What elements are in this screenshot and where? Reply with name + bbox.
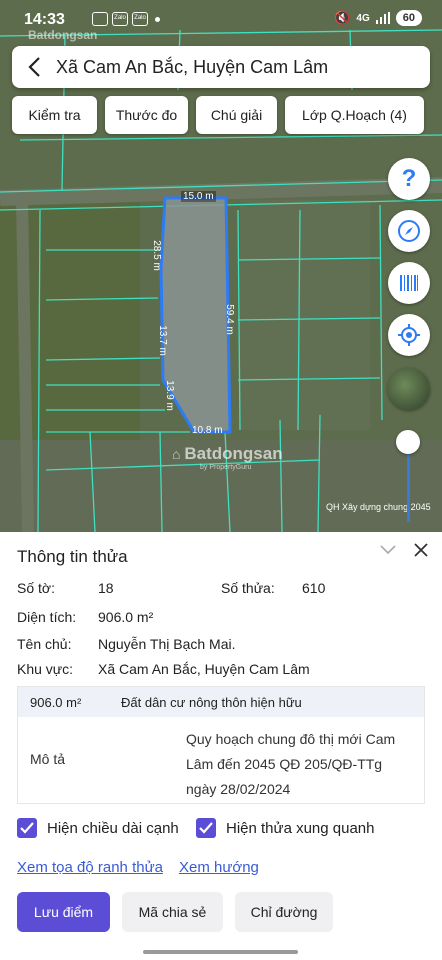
status-right: 🔇 4G 60 (334, 10, 422, 26)
legend-button[interactable]: Chú giải (196, 96, 277, 134)
share-code-button[interactable]: Mã chia sẻ (122, 892, 223, 932)
location-target-icon (398, 324, 420, 346)
directions-button[interactable]: Chỉ đường (235, 892, 333, 932)
map-layer-caption: QH Xây dựng chung 2045 (326, 502, 431, 512)
value-ten-chu: Nguyễn Thị Bạch Mai. (98, 636, 236, 652)
view-direction-link[interactable]: Xem hướng (179, 859, 259, 876)
label-so-to: Số tờ: (17, 580, 55, 596)
close-icon (414, 543, 428, 557)
edge-label-bottom: 10.8 m (192, 425, 223, 436)
value-dien-tich: 906.0 m² (98, 609, 154, 625)
measure-button[interactable]: Thước đo (105, 96, 188, 134)
value-so-thua: 610 (302, 580, 326, 596)
collapse-button[interactable] (380, 542, 396, 560)
table-row-description: Mô tả Quy hoạch chung đô thị mới Cam Lâm… (18, 717, 424, 803)
mute-icon: 🔇 (334, 10, 351, 25)
location-search-bar[interactable]: Xã Cam An Bắc, Huyện Cam Lâm (12, 46, 430, 88)
watermark-top: Batdongsan (28, 28, 98, 42)
table-description: Quy hoạch chung đô thị mới Cam Lâm đến 2… (186, 731, 396, 797)
table-row-land-use: 906.0 m² Đất dân cư nông thôn hiện hữu (18, 687, 424, 717)
my-location-button[interactable] (388, 314, 430, 356)
help-button[interactable]: ? (388, 158, 430, 200)
notification-icon (92, 12, 108, 26)
checkbox-checked-icon (196, 818, 216, 838)
zalo-icon: Zalo (112, 12, 128, 26)
edge-label-left-upper: 28.5 m (150, 240, 162, 271)
label-khu-vuc: Khu vực: (17, 661, 74, 677)
network-type: 4G (356, 12, 370, 24)
chevron-left-icon (28, 57, 40, 77)
barcode-icon (400, 275, 418, 291)
checkbox-checked-icon (17, 818, 37, 838)
location-title: Xã Cam An Bắc, Huyện Cam Lâm (56, 56, 329, 77)
save-point-button[interactable]: Lưu điểm (17, 892, 110, 932)
barcode-button[interactable] (388, 262, 430, 304)
edge-label-right: 59.4 m (223, 304, 235, 335)
show-edge-length-checkbox[interactable]: Hiện chiều dài cạnh (17, 818, 179, 838)
label-so-thua: Số thửa: (221, 580, 275, 596)
zoom-slider-handle[interactable] (396, 430, 420, 454)
panel-links: Xem tọa độ ranh thửa Xem hướng (17, 859, 259, 876)
planning-layer-button[interactable]: Lớp Q.Hoạch (4) (285, 96, 424, 134)
table-area: 906.0 m² (30, 695, 82, 710)
table-land-type: Đất dân cư nông thôn hiện hữu (121, 695, 302, 710)
planning-info-table: 906.0 m² Đất dân cư nông thôn hiện hữu M… (17, 686, 425, 804)
satellite-layer-button[interactable] (388, 368, 430, 410)
map-watermark-name: Batdongsan (184, 444, 283, 463)
show-neighbors-label: Hiện thửa xung quanh (226, 819, 375, 837)
close-button[interactable] (414, 540, 428, 563)
label-ten-chu: Tên chủ: (17, 636, 72, 652)
value-so-to: 18 (98, 580, 114, 596)
zoom-slider-track[interactable] (407, 442, 410, 522)
map-watermark-by: by PropertyGuru (200, 464, 252, 471)
label-dien-tich: Diện tích: (17, 609, 77, 625)
value-khu-vuc: Xã Cam An Bắc, Huyện Cam Lâm (98, 661, 310, 677)
table-desc-label: Mô tả (30, 751, 66, 767)
view-boundary-coords-link[interactable]: Xem tọa độ ranh thửa (17, 859, 163, 876)
chevron-down-icon (380, 545, 396, 555)
check-button[interactable]: Kiểm tra (12, 96, 97, 134)
edge-label-left-mid: 13.7 m (156, 325, 168, 356)
edge-label-left-lower: 13.9 m (163, 380, 175, 411)
show-edge-length-label: Hiện chiều dài cạnh (47, 819, 179, 837)
home-indicator[interactable] (143, 950, 298, 954)
signal-icon (375, 12, 390, 24)
parcel-info-panel: Thông tin thửa Số tờ: 18 Số thửa: 610 Di… (0, 532, 442, 960)
edge-label-top: 15.0 m (181, 191, 216, 202)
show-neighbors-checkbox[interactable]: Hiện thửa xung quanh (196, 818, 374, 838)
status-time: 14:33 (24, 11, 65, 28)
compass-button[interactable] (388, 210, 430, 252)
back-button[interactable] (12, 46, 56, 88)
zalo-icon: Zalo (132, 12, 148, 26)
status-notifications: Zalo Zalo (92, 12, 160, 26)
help-icon: ? (401, 165, 417, 192)
notification-dot-icon (155, 16, 160, 22)
compass-icon (398, 220, 420, 242)
panel-title: Thông tin thửa (17, 547, 128, 566)
map-toolbar: Kiểm tra Thước đo Chú giải Lớp Q.Hoạch (… (12, 96, 432, 134)
battery-level: 60 (395, 10, 422, 26)
map-watermark: ⌂ Batdongsan by PropertyGuru (172, 444, 283, 471)
